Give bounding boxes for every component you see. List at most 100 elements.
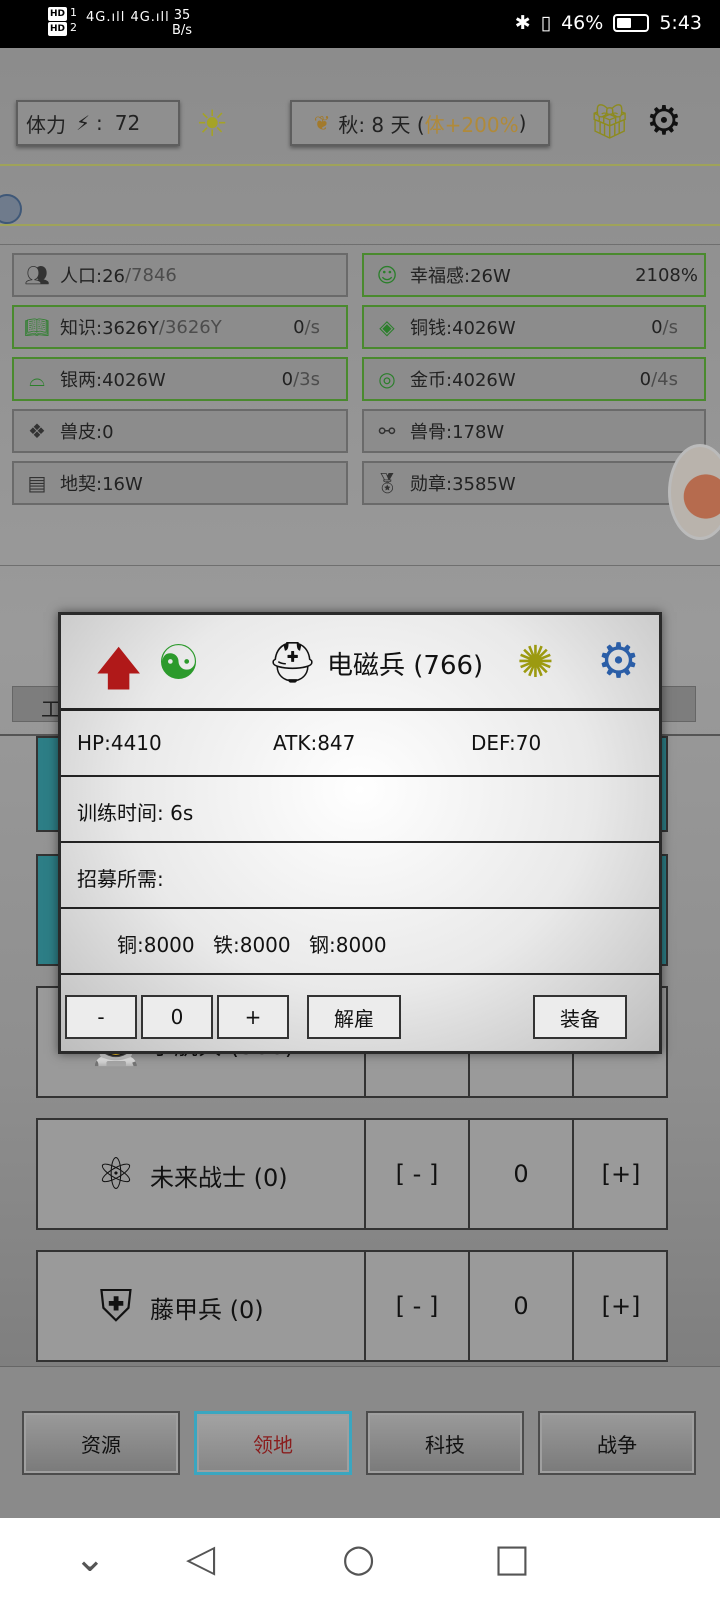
knowledge-rate-value: 0 <box>293 316 305 338</box>
resource-panel: 👥︎ 人口:26/7846 ☺ 幸福感:26W 2108% 📖︎ 知识:3626… <box>0 244 720 566</box>
increment-button[interactable]: [+] <box>572 1120 668 1228</box>
unit-name: 未来战士 (0) <box>150 1164 288 1192</box>
resource-hide: ❖ 兽皮:0 <box>12 409 348 453</box>
medal-value: 勋章:3585W <box>410 474 516 495</box>
list-item[interactable]: ⛨ 藤甲兵 (0) [ - ] 0 [+] <box>36 1250 668 1362</box>
divider-bottom <box>0 224 720 226</box>
decrement-button[interactable]: [ - ] <box>364 1252 468 1360</box>
unit-detail-dialog: 🡅 ☯ ⛑ 电磁兵 (766) ✺ ⚙ HP:4410 ATK:847 DEF:… <box>58 612 662 1054</box>
silver-rate: 0/3s <box>282 369 320 390</box>
back-icon[interactable]: ◁ <box>186 1536 215 1580</box>
knowledge-value: 知识:3626Y <box>60 318 159 339</box>
decrement-button[interactable]: [ - ] <box>364 1120 468 1228</box>
unit-count: 0 <box>468 1252 572 1360</box>
nav-tech-button[interactable]: 科技 <box>366 1411 524 1475</box>
copper-coin-rate: 0/s <box>651 317 678 338</box>
atom-icon: ⚛ <box>96 1149 136 1200</box>
gift-icon[interactable]: 🎁︎ <box>588 102 631 142</box>
status-bar: HD 1 HD 2 4G.ıll 4G.ıll 35 B/s ✱ ▯ 46% 5:4… <box>0 0 720 48</box>
hd-badge-1: HD <box>48 7 68 21</box>
recruit-need-row: 招募所需: <box>61 843 659 909</box>
copper-coin-rate-value: 0 <box>651 316 663 338</box>
happiness-value: 幸福感:26W <box>410 266 511 287</box>
season-bonus: 体+200% <box>424 112 519 137</box>
resource-medal: 🏅︎ 勋章:3585W <box>362 461 706 505</box>
silver-rate-value: 0 <box>281 368 294 390</box>
network-speed: 35 B/s <box>172 8 192 38</box>
nav-territory-button[interactable]: 领地 <box>194 1411 352 1475</box>
decrease-quantity-button[interactable]: - <box>65 995 137 1039</box>
equip-button[interactable]: 装备 <box>533 995 627 1039</box>
silver-ingot-icon: ⌓ <box>29 367 45 391</box>
knowledge-max: /3626Y <box>158 316 222 338</box>
recents-icon[interactable]: □ <box>494 1536 530 1580</box>
stamina-box: 体力 ⚡ : 72 <box>16 100 180 146</box>
nav-resources-button[interactable]: 资源 <box>22 1411 180 1475</box>
cost-iron: 铁:8000 <box>213 933 291 957</box>
bagua-icon[interactable]: ☯ <box>157 635 200 691</box>
people-icon: 👥︎ <box>24 263 50 287</box>
battery-icon <box>613 14 650 32</box>
home-icon[interactable]: ○ <box>342 1536 375 1580</box>
collapse-chevron-icon[interactable]: ⌄ <box>74 1536 106 1580</box>
cost-steel: 钢:8000 <box>309 933 387 957</box>
sunburst-icon[interactable]: ✺ <box>517 637 554 688</box>
bottom-nav: 资源 领地 科技 战争 <box>0 1366 720 1518</box>
scroll-icon: ▤ <box>27 471 47 495</box>
hp-stat: HP:4410 <box>77 731 162 755</box>
vibrate-icon: ▯ <box>540 12 552 34</box>
status-right: ✱ ▯ 46% 5:43 <box>515 12 702 34</box>
train-time: 训练时间: 6s <box>77 801 194 825</box>
dialog-header: 🡅 ☯ ⛑ 电磁兵 (766) ✺ ⚙ <box>61 615 659 711</box>
increment-button[interactable]: [+] <box>572 1252 668 1360</box>
copper-coin-rate-unit: /s <box>662 316 678 338</box>
settings-gear-icon[interactable]: ⚙ <box>646 98 682 144</box>
signal-icon: 4G.ıll 4G.ıll <box>86 10 170 25</box>
resource-bone: ⚯ 兽骨:178W <box>362 409 706 453</box>
upgrade-gear-icon[interactable]: ⚙ <box>597 633 640 689</box>
population-value: 人口:26 <box>60 266 125 287</box>
quantity-field[interactable]: 0 <box>141 995 213 1039</box>
system-nav-bar: ⌄ ◁ ○ □ <box>0 1518 720 1600</box>
gold-coins-icon: ◎ <box>378 367 396 391</box>
divider-top <box>0 164 720 166</box>
sim-1-label: 1 <box>70 6 78 19</box>
side-drawer-handle[interactable] <box>0 194 22 224</box>
knowledge-rate: 0/s <box>293 317 320 338</box>
battery-percent: 46% <box>561 12 604 34</box>
knowledge-rate-unit: /s <box>304 316 320 338</box>
recruit-need-label: 招募所需: <box>77 867 164 891</box>
sim-indicators: HD 1 HD 2 <box>48 6 77 36</box>
resource-population: 👥︎ 人口:26/7846 <box>12 253 348 297</box>
network-speed-unit: B/s <box>172 23 193 38</box>
silver-rate-unit: /3s <box>293 368 320 390</box>
resource-deed: ▤ 地契:16W <box>12 461 348 505</box>
season-label: 秋: 8 天 ( <box>338 112 425 137</box>
clock: 5:43 <box>659 12 702 34</box>
unit-count: 0 <box>468 1120 572 1228</box>
silver-value: 银两:4026W <box>60 370 166 391</box>
season-box: ❦ 秋: 8 天 ( 体+200% ) <box>290 100 550 146</box>
unit-name: 藤甲兵 (0) <box>150 1296 264 1324</box>
bluetooth-icon: ✱ <box>514 12 531 34</box>
gold-rate: 0/4s <box>640 369 678 390</box>
dismiss-button[interactable]: 解雇 <box>307 995 401 1039</box>
coin-icon: ◈ <box>379 315 395 339</box>
lightning-icon: ⚡ <box>76 111 91 135</box>
nav-war-button[interactable]: 战争 <box>538 1411 696 1475</box>
hide-value: 兽皮:0 <box>60 422 114 443</box>
happiness-percent: 2108% <box>635 264 698 286</box>
bone-icon: ⚯ <box>378 419 396 443</box>
stamina-label: 体力 <box>26 112 66 137</box>
atk-stat: ATK:847 <box>273 731 356 755</box>
increase-quantity-button[interactable]: + <box>217 995 289 1039</box>
game-screen: 体力 ⚡ : 72 ☀ ❦ 秋: 8 天 ( 体+200% ) 🎁︎ ⚙ 👥︎ … <box>0 48 720 1518</box>
list-item[interactable]: ⚛ 未来战士 (0) [ - ] 0 [+] <box>36 1118 668 1230</box>
gold-rate-unit: /4s <box>651 368 678 390</box>
resource-knowledge: 📖︎ 知识:3626Y/3626Y 0/s <box>12 305 348 349</box>
resource-silver: ⌓ 银两:4026W 0/3s <box>12 357 348 401</box>
up-arrow-icon[interactable]: 🡅 <box>95 635 142 713</box>
stats-row: HP:4410 ATK:847 DEF:70 <box>61 711 659 777</box>
spartan-helmet-icon: ⛑ <box>267 640 318 686</box>
network-speed-value: 35 <box>173 8 191 23</box>
